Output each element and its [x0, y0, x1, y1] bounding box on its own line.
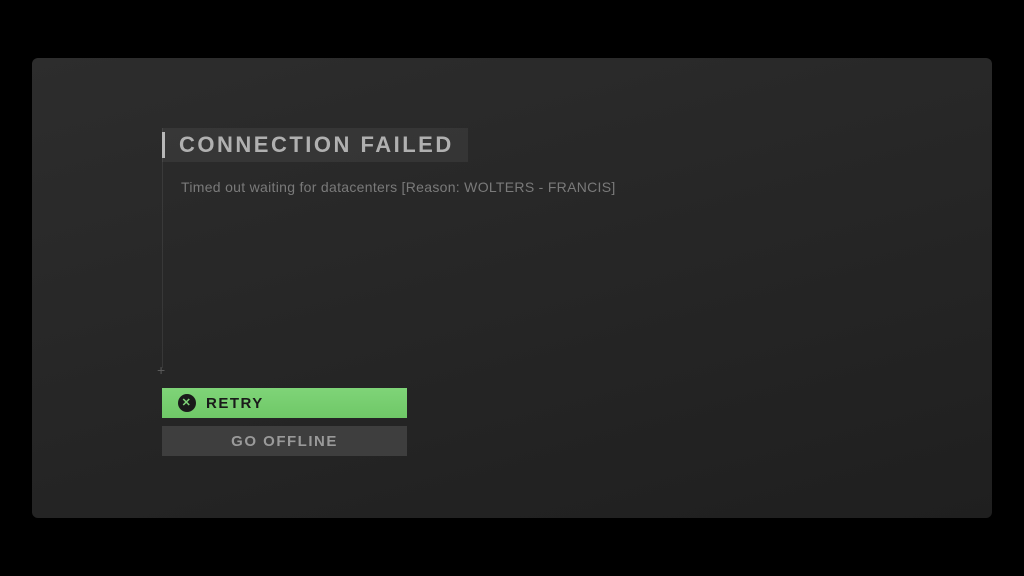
- dialog-content: CONNECTION FAILED Timed out waiting for …: [162, 128, 992, 368]
- title-wrap: CONNECTION FAILED: [162, 128, 468, 162]
- plus-icon: +: [157, 363, 165, 377]
- go-offline-button-label: GO OFFLINE: [231, 433, 338, 450]
- title-accent-bar: [162, 132, 165, 158]
- error-message: Timed out waiting for datacenters [Reaso…: [181, 179, 992, 195]
- retry-button-label: RETRY: [206, 395, 264, 412]
- connection-failed-dialog: CONNECTION FAILED Timed out waiting for …: [32, 58, 992, 518]
- go-offline-button[interactable]: GO OFFLINE: [162, 426, 407, 456]
- retry-button[interactable]: RETRY: [162, 388, 407, 418]
- cross-icon: [178, 394, 196, 412]
- dialog-title: CONNECTION FAILED: [179, 132, 454, 158]
- button-group: RETRY GO OFFLINE: [162, 388, 992, 456]
